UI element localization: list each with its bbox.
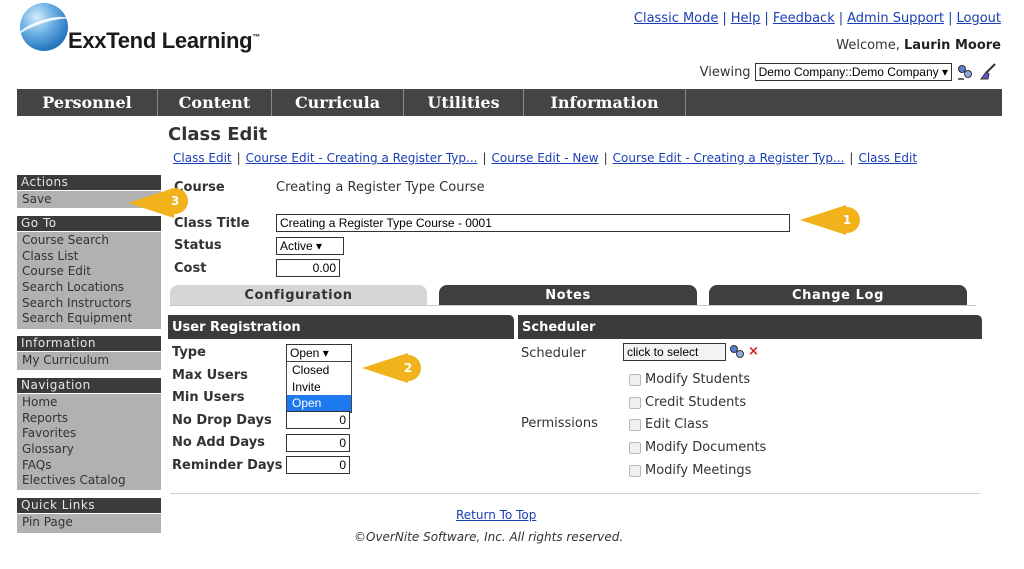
broom-icon[interactable] [978,63,998,81]
breadcrumb-item[interactable]: Course Edit - Creating a Register Typ... [613,151,845,165]
checkbox-icon[interactable] [629,441,641,454]
checkbox-icon[interactable] [629,373,641,386]
tab-configuration[interactable]: Configuration [170,285,427,305]
type-dropdown-list: Closed Invite Open [286,361,352,413]
logout-link[interactable]: Logout [956,11,1001,26]
sidebar-item-reports[interactable]: Reports [22,410,156,426]
logo: ExxTend Learning™ [68,28,260,53]
checkbox-modify-students[interactable]: Modify Students [629,372,750,387]
max-users-label: Max Users [172,368,248,383]
tab-notes[interactable]: Notes [439,285,697,305]
sidebar-item-search-equipment[interactable]: Search Equipment [22,310,156,326]
min-users-label: Min Users [172,390,245,405]
no-add-days-label: No Add Days [172,435,265,450]
page-title: Class Edit [168,124,268,145]
classic-mode-link[interactable]: Classic Mode [634,11,719,26]
nav-information[interactable]: Information [524,89,686,116]
checkbox-credit-students[interactable]: Credit Students [629,395,746,410]
viewing-label: Viewing [699,64,751,80]
sidebar-item-electives-catalog[interactable]: Electives Catalog [22,472,156,488]
main-nav: Personnel Content Curricula Utilities In… [17,89,1002,116]
sidebar-quick-links: Pin Page [17,514,161,533]
cost-input[interactable]: 0.00 [276,259,340,277]
breadcrumb-item[interactable]: Class Edit [858,151,917,165]
no-add-days-input[interactable]: 0 [286,434,350,452]
sidebar-item-my-curriculum[interactable]: My Curriculum [22,352,156,368]
return-to-top-link[interactable]: Return To Top [456,508,536,522]
checkbox-modify-meetings[interactable]: Modify Meetings [629,463,751,478]
checkbox-icon[interactable] [629,464,641,477]
type-option-invite[interactable]: Invite [287,379,351,396]
status-select[interactable]: Active ▾ [276,237,344,255]
course-value: Creating a Register Type Course [276,180,485,195]
tab-change-log[interactable]: Change Log [709,285,967,305]
user-registration-header: User Registration [168,315,514,339]
sidebar-item-pin-page[interactable]: Pin Page [22,514,156,530]
sidebar-navigation-title: Navigation [17,378,161,393]
company-select[interactable]: Demo Company::Demo Company ▾ [754,63,952,81]
sidebar-goto: Course Search Class List Course Edit Sea… [17,232,161,329]
nav-personnel[interactable]: Personnel [17,89,158,116]
clear-icon[interactable]: × [748,344,759,359]
checkbox-edit-class[interactable]: Edit Class [629,417,709,432]
type-option-closed[interactable]: Closed [287,362,351,379]
scheduler-label: Scheduler [521,346,587,361]
reminder-days-label: Reminder Days [172,458,283,473]
reminder-days-input[interactable]: 0 [286,456,350,474]
help-link[interactable]: Help [731,11,761,26]
organization-icon[interactable] [956,63,974,81]
sidebar-navigation: Home Reports Favorites Glossary FAQs Ele… [17,394,161,490]
nav-curricula[interactable]: Curricula [272,89,404,116]
checkbox-modify-documents[interactable]: Modify Documents [629,440,766,455]
cost-label: Cost [174,261,207,276]
footer-divider [170,493,980,494]
breadcrumb: Class Edit | Course Edit - Creating a Regi… [173,151,918,165]
sidebar-item-search-locations[interactable]: Search Locations [22,279,156,295]
status-label: Status [174,238,222,253]
sidebar-item-home[interactable]: Home [22,394,156,410]
admin-support-link[interactable]: Admin Support [847,11,944,26]
type-label: Type [172,345,206,360]
sidebar-quick-links-title: Quick Links [17,498,161,513]
user-name: Laurin Moore [904,38,1001,53]
no-drop-days-label: No Drop Days [172,413,272,428]
scheduler-select-input[interactable]: click to select [623,343,726,361]
sidebar-information-title: Information [17,336,161,351]
sidebar-item-glossary[interactable]: Glossary [22,441,156,457]
feedback-link[interactable]: Feedback [773,11,835,26]
nav-utilities[interactable]: Utilities [404,89,524,116]
scheduler-header: Scheduler [518,315,982,339]
breadcrumb-item[interactable]: Class Edit [173,151,232,165]
sidebar-item-favorites[interactable]: Favorites [22,425,156,441]
breadcrumb-item[interactable]: Course Edit - Creating a Register Typ... [246,151,478,165]
sidebar-item-faqs[interactable]: FAQs [22,457,156,473]
breadcrumb-item[interactable]: Course Edit - New [492,151,599,165]
checkbox-icon[interactable] [629,418,641,431]
welcome-message: Welcome, Laurin Moore [836,38,1001,53]
checkbox-icon[interactable] [629,396,641,409]
sidebar-item-class-list[interactable]: Class List [22,248,156,264]
type-select[interactable]: Open ▾ [286,344,352,362]
type-option-open[interactable]: Open [287,395,351,412]
sidebar-information: My Curriculum [17,352,161,370]
viewing-selector: Viewing Demo Company::Demo Company ▾ [700,63,998,81]
sidebar-item-course-edit[interactable]: Course Edit [22,263,156,279]
class-title-input[interactable]: Creating a Register Type Course - 0001 [276,214,790,232]
sidebar-item-course-search[interactable]: Course Search [22,232,156,248]
sidebar-item-search-instructors[interactable]: Search Instructors [22,295,156,311]
no-drop-days-input[interactable]: 0 [286,411,350,429]
copyright: ©OverNite Software, Inc. All rights rese… [354,530,624,544]
top-links: Classic Mode | Help | Feedback | Admin Support… [633,11,1001,26]
select-users-icon[interactable] [728,343,746,361]
tab-divider [170,305,976,306]
nav-content[interactable]: Content [158,89,272,116]
permissions-label: Permissions [521,416,598,431]
